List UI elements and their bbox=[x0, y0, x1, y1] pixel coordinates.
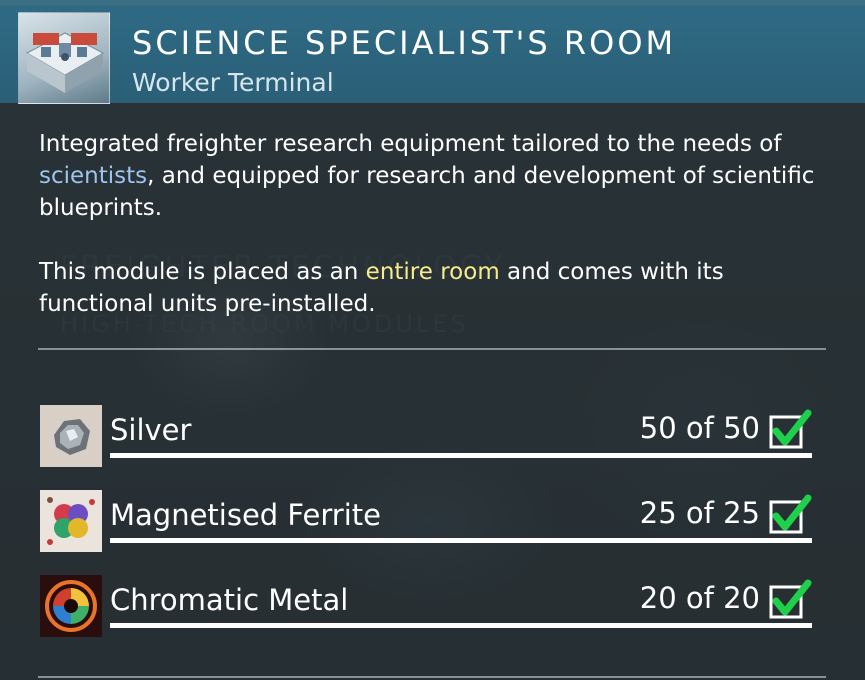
resource-name: Magnetised Ferrite bbox=[110, 498, 381, 532]
description-text: This module is placed as an bbox=[39, 259, 366, 285]
resource-row-silver: Silver 50 of 50 bbox=[40, 405, 812, 467]
keyword-entire-room: entire room bbox=[365, 259, 500, 285]
description-paragraph-1: Integrated freighter research equipment … bbox=[39, 128, 829, 224]
magnetised-ferrite-icon bbox=[40, 490, 102, 552]
resource-count: 25 of 25 bbox=[639, 496, 760, 530]
resource-name: Chromatic Metal bbox=[110, 583, 349, 617]
page-subtitle: Worker Terminal bbox=[132, 68, 334, 97]
tooltip-header: SCIENCE SPECIALIST'S ROOM Worker Termina… bbox=[0, 6, 865, 104]
resource-progress-bar bbox=[110, 538, 812, 543]
description-text: , and equipped for research and developm… bbox=[39, 163, 815, 221]
checkmark-icon bbox=[769, 409, 812, 449]
description-paragraph-2: This module is placed as an entire room … bbox=[39, 256, 829, 320]
divider bbox=[38, 676, 826, 678]
resource-row-chromatic-metal: Chromatic Metal 20 of 20 bbox=[40, 575, 812, 637]
divider bbox=[38, 348, 826, 350]
keyword-scientists: scientists bbox=[39, 163, 148, 189]
page-title: SCIENCE SPECIALIST'S ROOM bbox=[132, 24, 677, 62]
description: Integrated freighter research equipment … bbox=[39, 128, 829, 320]
chromatic-metal-icon bbox=[40, 575, 102, 637]
science-room-icon bbox=[18, 12, 110, 104]
resource-progress-bar bbox=[110, 453, 812, 458]
resource-name: Silver bbox=[110, 413, 192, 447]
resource-progress-bar bbox=[110, 623, 812, 628]
checkmark-icon bbox=[769, 579, 812, 619]
resource-count: 20 of 20 bbox=[639, 581, 760, 615]
resource-row-magnetised-ferrite: Magnetised Ferrite 25 of 25 bbox=[40, 490, 812, 552]
resource-count: 50 of 50 bbox=[639, 411, 760, 445]
description-text: Integrated freighter research equipment … bbox=[39, 131, 782, 157]
checkmark-icon bbox=[769, 494, 812, 534]
silver-icon bbox=[40, 405, 102, 467]
